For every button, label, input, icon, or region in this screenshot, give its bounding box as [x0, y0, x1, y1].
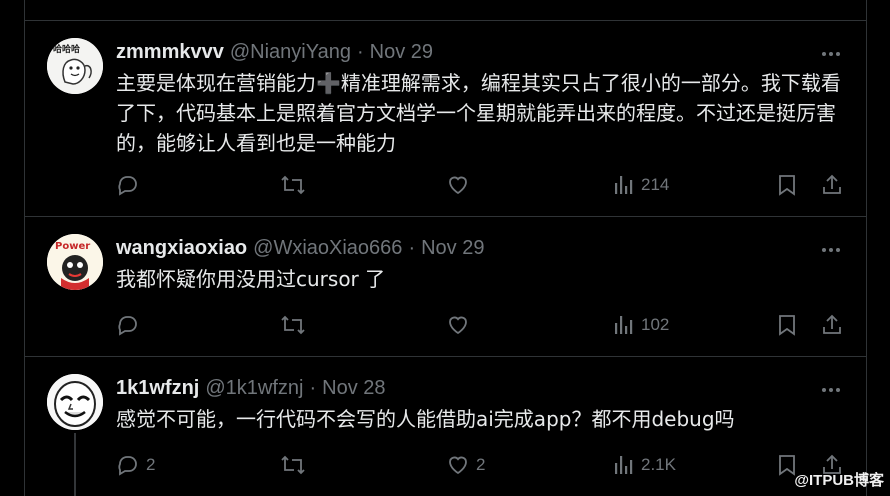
reply-button[interactable]	[116, 171, 146, 199]
avatar[interactable]	[47, 374, 103, 430]
tweet-text: 我都怀疑你用没用过cursor 了	[116, 267, 386, 291]
tweet-1[interactable]: 哈哈哈 zmmmkvvv @NianyiYang · Nov 29 主要是体现在…	[25, 20, 866, 216]
retweet-icon	[281, 315, 305, 335]
user-handle[interactable]: @WxiaoXiao666	[253, 237, 402, 260]
retweet-icon	[281, 175, 305, 195]
more-options-button[interactable]	[820, 379, 842, 401]
like-button[interactable]	[446, 171, 476, 199]
retweet-button[interactable]	[280, 171, 312, 199]
retweet-icon	[281, 455, 305, 475]
user-handle[interactable]: @NianyiYang	[230, 41, 351, 64]
views-count: 102	[641, 315, 670, 334]
watermark: @ITPUB博客	[794, 472, 884, 489]
timestamp[interactable]: Nov 28	[322, 377, 385, 400]
heart-icon	[449, 176, 467, 195]
views-chart-icon	[615, 316, 633, 334]
separator-dot: ·	[356, 41, 364, 63]
share-icon	[823, 174, 841, 194]
tweet-actions: 2 2 2.1K	[116, 451, 851, 479]
tweet-header: zmmmkvvv @NianyiYang · Nov 29	[116, 41, 433, 64]
like-button[interactable]: 2	[446, 451, 485, 479]
bookmark-icon	[779, 175, 795, 196]
reply-button[interactable]	[116, 311, 146, 339]
display-name[interactable]: wangxiaoxiao	[116, 237, 247, 260]
avatar[interactable]: Power	[47, 234, 103, 290]
separator-dot: ·	[309, 377, 317, 399]
timestamp[interactable]: Nov 29	[370, 41, 433, 64]
reply-count: 2	[146, 455, 156, 474]
views-chart-icon	[615, 176, 633, 194]
reply-button[interactable]: 2	[116, 451, 155, 479]
tweet-text: 感觉不可能，一行代码不会写的人能借助ai完成app？都不用debug吗	[116, 407, 735, 431]
power-cartoon-avatar-icon: Power	[47, 234, 103, 290]
avatar-caption: 哈哈哈	[53, 43, 80, 55]
views-button[interactable]: 102	[613, 311, 669, 339]
more-options-button[interactable]	[820, 239, 842, 261]
reply-icon	[118, 176, 137, 196]
like-count: 2	[476, 455, 486, 474]
share-button[interactable]	[820, 311, 844, 339]
tweet-text: 主要是体现在营销能力➕精准理解需求，编程其实只占了很小的一部分。我下载看了下，代…	[116, 71, 841, 155]
bookmark-button[interactable]	[776, 171, 798, 199]
heart-icon	[449, 316, 467, 335]
sketch-avatar-icon: 哈哈哈	[47, 38, 103, 94]
views-button[interactable]: 214	[613, 171, 669, 199]
share-button[interactable]	[820, 171, 844, 199]
tweet-header: wangxiaoxiao @WxiaoXiao666 · Nov 29	[116, 237, 484, 260]
views-chart-icon	[615, 456, 633, 474]
views-count: 2.1K	[641, 455, 676, 474]
reply-icon	[118, 456, 137, 476]
thread-connector-line	[74, 433, 76, 496]
more-dots-icon	[822, 248, 840, 252]
tweet-actions: 102	[116, 311, 851, 339]
reply-icon	[118, 316, 137, 336]
separator-dot: ·	[408, 237, 416, 259]
tweet-3[interactable]: 1k1wfznj @1k1wfznj · Nov 28 感觉不可能，一行代码不会…	[25, 356, 866, 496]
bookmark-button[interactable]	[776, 311, 798, 339]
timestamp[interactable]: Nov 29	[421, 237, 484, 260]
retweet-button[interactable]	[280, 311, 312, 339]
more-options-button[interactable]	[820, 43, 842, 65]
tweet-header: 1k1wfznj @1k1wfznj · Nov 28	[116, 377, 386, 400]
share-icon	[823, 314, 841, 334]
avatar-caption: Power	[55, 241, 90, 252]
tweet-2[interactable]: Power wangxiaoxiao @WxiaoXiao666 · Nov 2…	[25, 216, 866, 356]
meme-face-avatar-icon	[47, 374, 103, 430]
tweet-actions: 214	[116, 171, 851, 199]
timeline-feed: 哈哈哈 zmmmkvvv @NianyiYang · Nov 29 主要是体现在…	[24, 0, 867, 496]
heart-icon	[449, 456, 467, 475]
retweet-button[interactable]	[280, 451, 312, 479]
user-handle[interactable]: @1k1wfznj	[205, 377, 303, 400]
bookmark-icon	[779, 315, 795, 336]
more-dots-icon	[822, 52, 840, 56]
views-button[interactable]: 2.1K	[613, 451, 676, 479]
display-name[interactable]: zmmmkvvv	[116, 41, 224, 64]
more-dots-icon	[822, 388, 840, 392]
like-button[interactable]	[446, 311, 476, 339]
avatar[interactable]: 哈哈哈	[47, 38, 103, 94]
views-count: 214	[641, 175, 670, 194]
display-name[interactable]: 1k1wfznj	[116, 377, 199, 400]
